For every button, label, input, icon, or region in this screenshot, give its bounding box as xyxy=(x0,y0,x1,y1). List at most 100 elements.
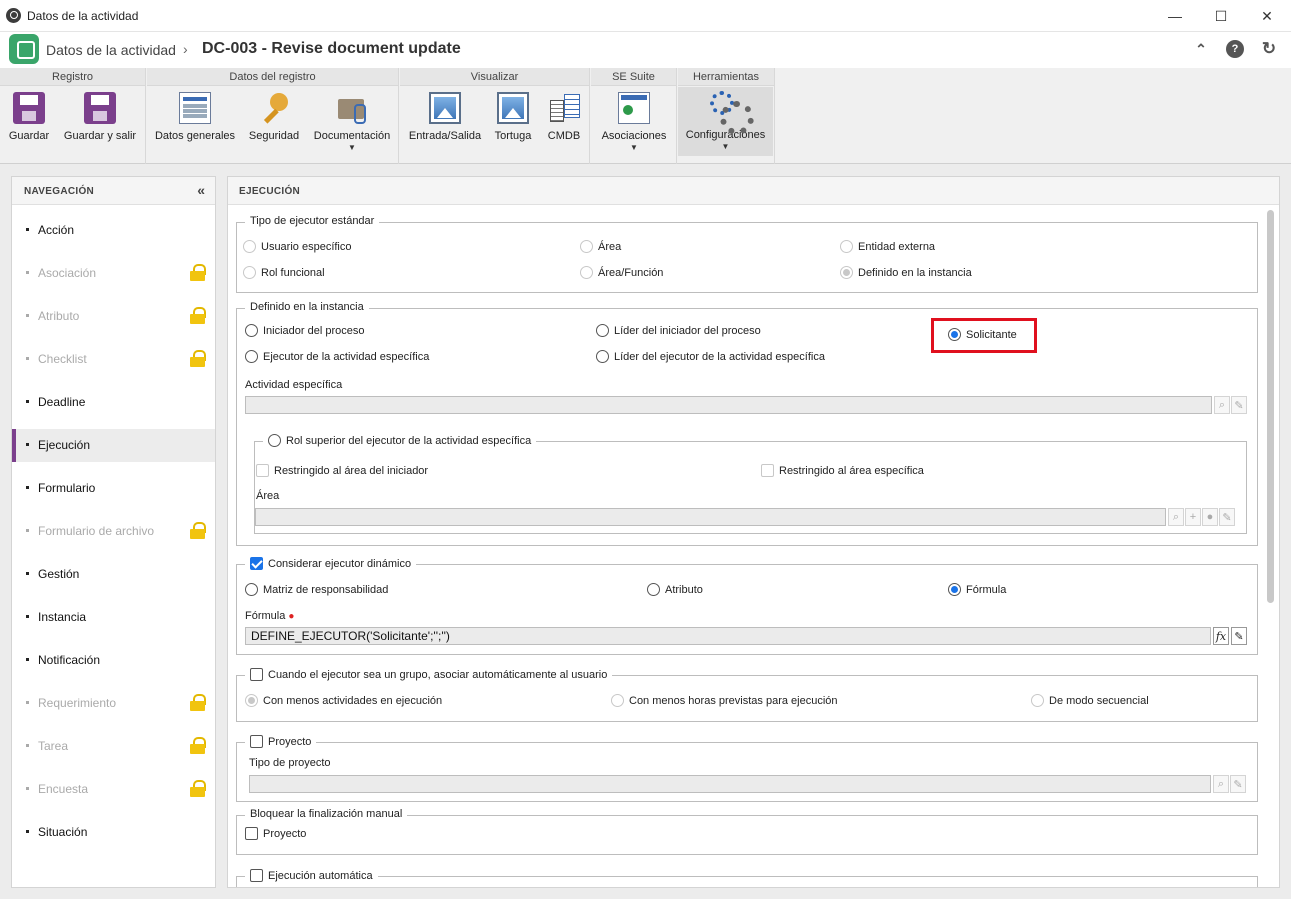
checkbox-restringido-especifica: Restringido al área específica xyxy=(761,464,924,477)
collapse-header-icon[interactable]: ⌃ xyxy=(1192,40,1210,58)
input-output-icon xyxy=(429,92,461,124)
nav-item-label: Asociación xyxy=(38,266,97,280)
help-icon[interactable]: ? xyxy=(1226,40,1244,58)
maximize-button[interactable]: ☐ xyxy=(1198,0,1244,32)
checkbox-restringido-iniciador: Restringido al área del iniciador xyxy=(256,464,428,477)
ribbon-group-title: Datos del registro xyxy=(147,68,398,86)
nav-item-accion[interactable]: Acción xyxy=(12,214,215,247)
nav-item-label: Ejecución xyxy=(38,438,91,452)
save-exit-label: Guardar y salir xyxy=(63,130,137,142)
nav-item-checklist: Checklist xyxy=(12,343,215,376)
formula-input[interactable]: DEFINE_EJECUTOR('Solicitante';'';'') xyxy=(245,627,1211,645)
save-button[interactable]: Guardar xyxy=(4,88,54,156)
clear-icon: ✎ xyxy=(1231,396,1247,414)
lock-icon xyxy=(190,264,206,281)
associations-label: Asociaciones xyxy=(601,130,667,142)
nav-item-label: Formulario xyxy=(38,481,96,495)
required-icon: ● xyxy=(288,611,295,622)
nav-item-asociacion: Asociación xyxy=(12,257,215,290)
documentation-button[interactable]: Documentación ▼ xyxy=(310,88,394,156)
minimize-button[interactable]: — xyxy=(1152,0,1198,32)
nav-item-label: Gestión xyxy=(38,567,80,581)
settings-button[interactable]: Configuraciones ▼ xyxy=(678,87,773,156)
nav-item-label: Encuesta xyxy=(38,782,89,796)
checkbox-block-project[interactable]: Proyecto xyxy=(245,827,306,840)
nav-item-label: Tarea xyxy=(38,739,69,753)
search-icon: ⌕ xyxy=(1213,775,1229,793)
radio-area-funcion: Área/Función xyxy=(580,266,663,279)
group-legend: Proyecto xyxy=(245,735,317,748)
checkbox-automatic-execution[interactable] xyxy=(250,869,263,882)
panel-title: EJECUCIÓN xyxy=(239,186,301,197)
folder-clip-icon xyxy=(336,92,368,124)
radio-entidad-externa: Entidad externa xyxy=(840,240,935,253)
page-title: DC-003 - Revise document update xyxy=(202,40,461,57)
nav-item-gestion[interactable]: Gestión xyxy=(12,558,215,591)
ribbon-toolbar: Registro Guardar Guardar y salir Datos d… xyxy=(0,68,1291,164)
turtle-button[interactable]: Tortuga xyxy=(491,88,535,156)
ribbon-group-title: Visualizar xyxy=(400,68,589,86)
breadcrumb-parent[interactable]: Datos de la actividad xyxy=(46,42,176,58)
nav-item-ejecucion[interactable]: Ejecución xyxy=(12,429,215,462)
ribbon-group-visualizar: Visualizar Entrada/Salida Tortuga CMDB xyxy=(400,68,590,164)
panel-header: EJECUCIÓN xyxy=(228,177,1279,205)
associations-button[interactable]: Asociaciones ▼ xyxy=(595,88,673,156)
save-and-exit-button[interactable]: Guardar y salir xyxy=(60,88,140,156)
dropdown-caret-icon: ▼ xyxy=(630,143,638,152)
close-button[interactable]: ✕ xyxy=(1244,0,1290,32)
nav-item-notificacion[interactable]: Notificación xyxy=(12,644,215,677)
radio-formula[interactable]: Fórmula xyxy=(948,583,1006,596)
radio-iniciador-proceso[interactable]: Iniciador del proceso xyxy=(245,324,365,337)
group-legend: Bloquear la finalización manual xyxy=(245,808,408,820)
nav-item-requerimiento: Requerimiento xyxy=(12,687,215,720)
refresh-icon[interactable]: ↻ xyxy=(1260,39,1278,58)
dropdown-caret-icon: ▼ xyxy=(348,143,356,152)
group-legend: Rol superior del ejecutor de la activida… xyxy=(263,434,537,447)
cmdb-button[interactable]: CMDB xyxy=(544,88,584,156)
clear-icon[interactable]: ✎ xyxy=(1231,627,1247,645)
radio-secuencial: De modo secuencial xyxy=(1031,694,1149,707)
app-icon xyxy=(6,8,21,23)
collapse-nav-icon[interactable]: « xyxy=(197,182,205,198)
ribbon-group-datos-registro: Datos del registro Datos generales Segur… xyxy=(147,68,399,164)
gears-icon xyxy=(709,91,754,135)
general-data-button[interactable]: Datos generales xyxy=(152,88,238,156)
checkbox-project[interactable] xyxy=(250,735,263,748)
nav-item-formulario[interactable]: Formulario xyxy=(12,472,215,505)
user-icon: ● xyxy=(1202,508,1218,526)
lock-icon xyxy=(190,694,206,711)
nav-item-formulario-archivo: Formulario de archivo xyxy=(12,515,215,548)
radio-matriz-responsabilidad[interactable]: Matriz de responsabilidad xyxy=(245,583,388,596)
module-logo-icon xyxy=(9,34,39,64)
vertical-scrollbar[interactable] xyxy=(1267,210,1274,603)
radio-rol-superior[interactable]: Rol superior del ejecutor de la activida… xyxy=(268,434,531,447)
nav-item-situacion[interactable]: Situación xyxy=(12,816,215,849)
input-output-label: Entrada/Salida xyxy=(408,130,482,142)
dropdown-caret-icon: ▼ xyxy=(721,142,730,151)
radio-area: Área xyxy=(580,240,621,253)
security-button[interactable]: Seguridad xyxy=(245,88,303,156)
nav-item-label: Instancia xyxy=(38,610,87,624)
radio-lider-iniciador[interactable]: Líder del iniciador del proceso xyxy=(596,324,761,337)
radio-usuario-especifico: Usuario específico xyxy=(243,240,352,253)
nav-item-instancia[interactable]: Instancia xyxy=(12,601,215,634)
input-output-button[interactable]: Entrada/Salida xyxy=(406,88,484,156)
nav-item-label: Atributo xyxy=(38,309,80,323)
solicitante-highlight xyxy=(931,318,1037,353)
ribbon-group-herramientas: Herramientas Configuraciones ▼ xyxy=(678,68,775,164)
clear-icon: ✎ xyxy=(1230,775,1246,793)
nav-item-encuesta: Encuesta xyxy=(12,773,215,806)
radio-lider-ejecutor[interactable]: Líder del ejecutor de la actividad espec… xyxy=(596,350,825,363)
checkbox-group-associate[interactable] xyxy=(250,668,263,681)
formula-label: Fórmula ● xyxy=(245,610,295,622)
formula-editor-icon[interactable]: fx xyxy=(1213,627,1229,645)
cmdb-label: CMDB xyxy=(547,130,581,142)
checkbox-dynamic-executor[interactable] xyxy=(250,557,263,570)
cmdb-icon xyxy=(548,92,580,124)
automatic-execution-group: Ejecución automática xyxy=(236,869,1258,887)
radio-ejecutor-actividad[interactable]: Ejecutor de la actividad específica xyxy=(245,350,429,363)
radio-atributo[interactable]: Atributo xyxy=(647,583,703,596)
navigation-title: NAVEGACIÓN xyxy=(24,186,95,197)
specific-activity-input xyxy=(245,396,1212,414)
nav-item-deadline[interactable]: Deadline xyxy=(12,386,215,419)
